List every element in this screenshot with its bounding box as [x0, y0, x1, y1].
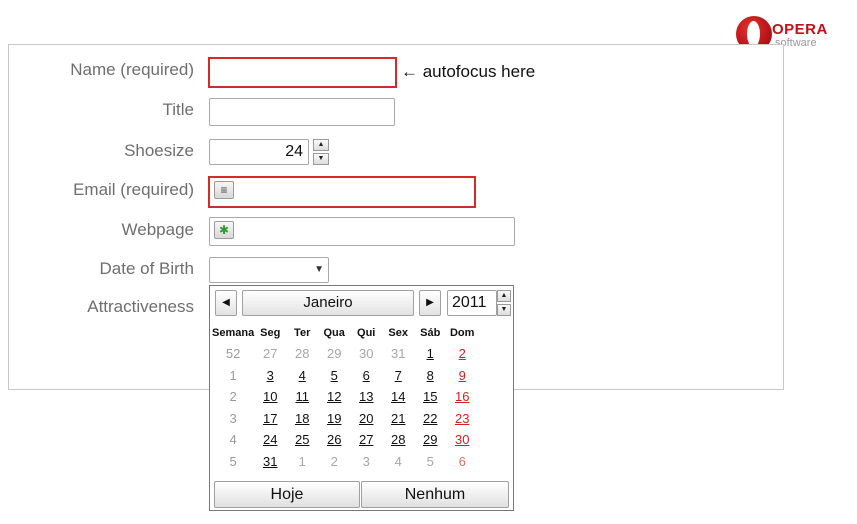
week-row: 5 31 1 2 3 4 5 6 — [212, 451, 478, 473]
dob-box[interactable]: ▼ — [209, 257, 329, 283]
day-header: Ter — [294, 327, 311, 339]
day-cell[interactable]: 24 — [254, 429, 286, 451]
none-button[interactable]: Nenhum — [361, 481, 509, 508]
day-cell[interactable]: 3 — [254, 365, 286, 387]
week-header: Semana — [212, 327, 255, 339]
week-number: 2 — [229, 389, 237, 405]
day-cell[interactable]: 2 — [446, 343, 478, 365]
calendar-grid: Semana Seg Ter Qua Qui Sex Sáb Dom 52 27 2… — [212, 323, 478, 472]
week-row: 52 27 28 29 30 31 1 2 — [212, 343, 478, 365]
day-cell[interactable]: 8 — [414, 365, 446, 387]
year-up-button[interactable]: ▲ — [497, 290, 511, 302]
day-cell[interactable]: 1 — [414, 343, 446, 365]
day-cell[interactable]: 6 — [350, 365, 382, 387]
increment-button[interactable]: ▲ — [313, 139, 329, 151]
month-select[interactable]: Janeiro — [242, 290, 414, 316]
shoesize-label: Shoesize — [124, 141, 194, 160]
day-cell[interactable]: 27 — [254, 343, 286, 365]
day-cell[interactable]: 28 — [286, 343, 318, 365]
week-row: 1 3456789 — [212, 365, 478, 387]
day-cell[interactable]: 23 — [446, 408, 478, 430]
day-cell[interactable]: 4 — [286, 365, 318, 387]
title-label: Title — [162, 100, 195, 119]
week-number: 52 — [225, 346, 241, 362]
year-stepper: ▲ ▼ — [497, 290, 511, 316]
autofocus-hint: ← autofocus here — [401, 62, 536, 81]
shoesize-input[interactable]: 24 — [209, 139, 309, 165]
dob-select[interactable]: ▼ — [209, 257, 329, 283]
webpage-input[interactable]: ✱ — [209, 217, 515, 246]
title-input[interactable] — [209, 98, 395, 126]
day-cell[interactable]: 6 — [446, 451, 478, 473]
day-header: Dom — [449, 327, 475, 339]
day-cell[interactable]: 20 — [350, 408, 382, 430]
day-header: Qua — [323, 327, 345, 339]
year-down-button[interactable]: ▼ — [497, 304, 511, 316]
webpage-label: Webpage — [121, 220, 194, 239]
day-cell[interactable]: 7 — [382, 365, 414, 387]
day-cell[interactable]: 15 — [414, 386, 446, 408]
decrement-button[interactable]: ▼ — [313, 153, 329, 165]
week-row: 3 17 18 19 20 21 22 23 — [212, 408, 478, 430]
day-header: Sáb — [420, 327, 441, 339]
day-cell[interactable]: 12 — [318, 386, 350, 408]
day-cell[interactable]: 16 — [446, 386, 478, 408]
day-cell[interactable]: 2 — [318, 451, 350, 473]
day-cell[interactable]: 1 — [286, 451, 318, 473]
day-header: Qui — [357, 327, 376, 339]
attractiveness-label: Attractiveness — [87, 297, 194, 316]
day-cell[interactable]: 17 — [254, 408, 286, 430]
day-cell[interactable]: 27 — [350, 429, 382, 451]
year-input[interactable]: 2011 — [447, 290, 497, 316]
day-cell[interactable]: 28 — [382, 429, 414, 451]
name-label: Name (required) — [70, 60, 194, 79]
day-cell[interactable]: 31 — [382, 343, 414, 365]
week-row: 4 24 25 26 27 28 29 30 — [212, 429, 478, 451]
week-number: 3 — [229, 410, 237, 426]
day-cell[interactable]: 18 — [286, 408, 318, 430]
day-cell[interactable]: 31 — [254, 451, 286, 473]
week-number: 5 — [229, 453, 237, 469]
day-cell[interactable]: 13 — [350, 386, 382, 408]
day-header: Sex — [388, 327, 408, 339]
day-cell[interactable]: 22 — [414, 408, 446, 430]
day-cell[interactable]: 29 — [414, 429, 446, 451]
bookmark-icon[interactable]: ✱ — [214, 221, 234, 239]
day-cell[interactable]: 21 — [382, 408, 414, 430]
day-cell[interactable]: 26 — [318, 429, 350, 451]
day-cell[interactable]: 29 — [318, 343, 350, 365]
address-card-icon[interactable]: ≡ — [214, 181, 234, 199]
week-row: 2 10 11 12 13 14 15 16 — [212, 386, 478, 408]
today-button[interactable]: Hoje — [214, 481, 360, 508]
email-input[interactable]: ≡ — [208, 176, 476, 208]
day-cell[interactable]: 4 — [382, 451, 414, 473]
week-number: 4 — [229, 432, 237, 448]
logo-word: OPERA — [772, 21, 828, 38]
day-cell[interactable]: 5 — [318, 365, 350, 387]
day-cell[interactable]: 9 — [446, 365, 478, 387]
day-cell[interactable]: 30 — [446, 429, 478, 451]
date-picker-popup: ◀ Janeiro ▶ 2011 ▲ ▼ Semana Seg Ter Qua … — [209, 285, 514, 511]
day-cell[interactable]: 10 — [254, 386, 286, 408]
day-cell[interactable]: 3 — [350, 451, 382, 473]
dob-label: Date of Birth — [99, 259, 195, 278]
chevron-down-icon[interactable]: ▼ — [314, 264, 324, 275]
day-cell[interactable]: 5 — [414, 451, 446, 473]
next-month-button[interactable]: ▶ — [419, 290, 441, 316]
day-cell[interactable]: 30 — [350, 343, 382, 365]
day-cell[interactable]: 11 — [286, 386, 318, 408]
week-number: 1 — [229, 367, 237, 383]
day-cell[interactable]: 14 — [382, 386, 414, 408]
email-label: Email (required) — [73, 180, 194, 199]
day-header: Seg — [260, 327, 281, 339]
prev-month-button[interactable]: ◀ — [215, 290, 237, 316]
name-input[interactable] — [208, 57, 397, 88]
day-cell[interactable]: 19 — [318, 408, 350, 430]
day-cell[interactable]: 25 — [286, 429, 318, 451]
